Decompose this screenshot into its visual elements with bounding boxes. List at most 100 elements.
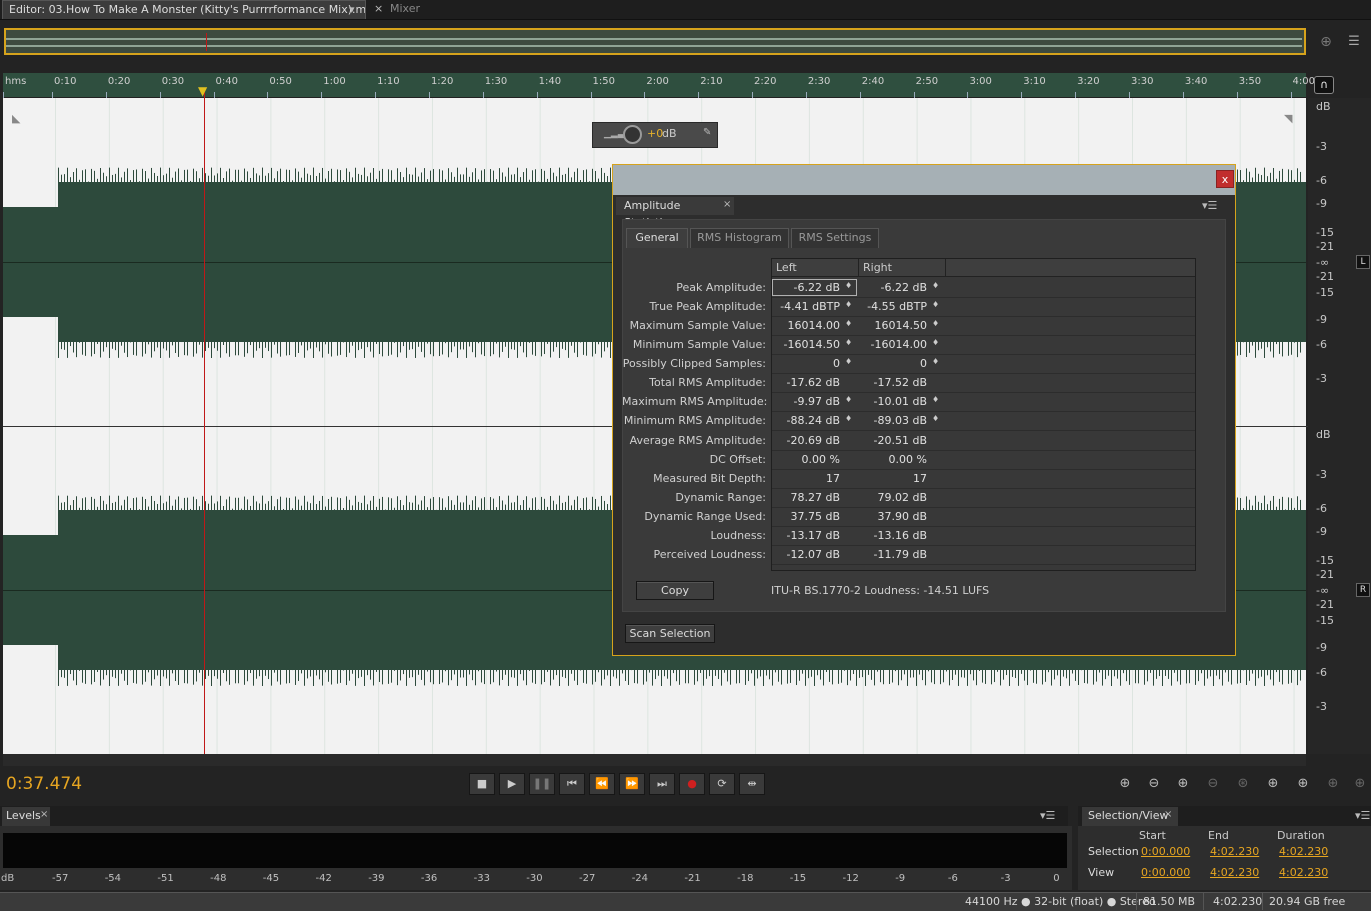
left-value[interactable]: -17.62 dB	[772, 376, 841, 389]
tab-rms-histogram[interactable]: RMS Histogram	[690, 228, 789, 248]
marker-pin-icon[interactable]: ♦	[845, 281, 853, 290]
close-icon[interactable]: ×	[40, 809, 48, 820]
zoom-icon[interactable]: ⊕	[1317, 34, 1335, 52]
window-titlebar[interactable]	[613, 165, 1235, 195]
left-value[interactable]: 0	[772, 357, 840, 370]
playhead-marker-icon[interactable]: ▼	[198, 84, 211, 98]
headphone-icon[interactable]: ∩	[1314, 76, 1334, 94]
right-value[interactable]: 79.02 dB	[858, 491, 927, 504]
right-value[interactable]: -11.79 dB	[858, 548, 928, 561]
play-button[interactable]: ▶	[499, 773, 525, 795]
right-value[interactable]: -89.03 dB	[858, 414, 928, 427]
marker-pin-icon[interactable]: ♦	[932, 357, 940, 366]
volume-knob[interactable]	[623, 125, 642, 144]
zoom-out-full-icon[interactable]: ⊛	[1232, 776, 1254, 794]
marker-pin-icon[interactable]: ♦	[932, 395, 940, 404]
zoom-in-time-icon[interactable]: ⊕	[1172, 776, 1194, 794]
corner-handle-icon[interactable]: ◣	[12, 112, 20, 125]
panel-menu-icon[interactable]: ☰	[1346, 34, 1362, 49]
current-time[interactable]: 0:37.474	[6, 774, 82, 794]
zoom-in-amplitude-icon[interactable]: ⊕	[1114, 776, 1136, 794]
right-value[interactable]: 17	[858, 472, 927, 485]
marker-pin-icon[interactable]: ♦	[845, 357, 853, 366]
skip-selection-button[interactable]: ⇹	[739, 773, 765, 795]
zoom-out-amplitude-icon[interactable]: ⊖	[1143, 776, 1165, 794]
marker-pin-icon[interactable]: ♦	[932, 319, 940, 328]
column-header-left[interactable]: Left	[776, 261, 797, 274]
right-value[interactable]: 0	[858, 357, 927, 370]
record-button[interactable]: ●	[679, 773, 705, 795]
chevron-down-icon[interactable]: ▾	[349, 1, 355, 19]
pause-button[interactable]: ❚❚	[529, 773, 555, 795]
left-value[interactable]: 0.00 %	[772, 453, 840, 466]
scan-selection-button[interactable]: Scan Selection	[625, 624, 715, 643]
right-value[interactable]: -17.52 dB	[858, 376, 928, 389]
marker-pin-icon[interactable]: ♦	[932, 414, 940, 423]
rewind-button[interactable]: ⏪	[589, 773, 615, 795]
close-icon[interactable]: x	[1216, 170, 1234, 188]
marker-pin-icon[interactable]: ♦	[932, 281, 940, 290]
zoom-in-point-icon[interactable]: ⊕	[1262, 776, 1284, 794]
marker-pin-icon[interactable]: ♦	[932, 300, 940, 309]
pin-icon[interactable]: ✎	[703, 127, 711, 138]
left-value[interactable]: -13.17 dB	[772, 529, 841, 542]
panel-menu-icon[interactable]: ▾☰	[1040, 809, 1055, 822]
left-value[interactable]: -6.22 dB	[772, 281, 841, 294]
panel-menu-icon[interactable]: ▾☰	[1355, 809, 1370, 822]
marker-pin-icon[interactable]: ♦	[932, 338, 940, 347]
right-value[interactable]: -6.22 dB	[858, 281, 928, 294]
zoom-selection-icon[interactable]: ⊕	[1322, 776, 1344, 794]
zoom-out-point-icon[interactable]: ⊕	[1292, 776, 1314, 794]
right-value[interactable]: -16014.00	[858, 338, 927, 351]
left-value[interactable]: -88.24 dB	[772, 414, 841, 427]
column-header-right[interactable]: Right	[863, 261, 892, 274]
right-value[interactable]: -4.55 dBTP	[858, 300, 927, 313]
close-icon[interactable]: ×	[723, 199, 731, 210]
right-value[interactable]: 37.90 dB	[858, 510, 927, 523]
left-value[interactable]: 17	[772, 472, 840, 485]
panel-menu-icon[interactable]: ▾☰	[1202, 199, 1217, 212]
close-icon[interactable]: ×	[1164, 809, 1172, 820]
view-duration-field[interactable]: 4:02.230	[1279, 866, 1328, 879]
left-value[interactable]: -4.41 dBTP	[772, 300, 840, 313]
selection-duration-field[interactable]: 4:02.230	[1279, 845, 1328, 858]
zoom-out-time-icon[interactable]: ⊖	[1202, 776, 1224, 794]
selection-end-field[interactable]: 4:02.230	[1210, 845, 1259, 858]
skip-to-end-button[interactable]: ⏭	[649, 773, 675, 795]
tab-editor[interactable]: Editor: 03.How To Make A Monster (Kitty'…	[2, 0, 366, 19]
view-start-field[interactable]: 0:00.000	[1141, 866, 1190, 879]
left-value[interactable]: 37.75 dB	[772, 510, 840, 523]
right-value[interactable]: -13.16 dB	[858, 529, 928, 542]
marker-pin-icon[interactable]: ♦	[845, 414, 853, 423]
copy-button[interactable]: Copy	[636, 581, 714, 600]
corner-handle-icon[interactable]: ◥	[1284, 112, 1292, 125]
left-value[interactable]: 78.27 dB	[772, 491, 840, 504]
skip-to-start-button[interactable]: ⏮	[559, 773, 585, 795]
left-value[interactable]: 16014.00	[772, 319, 841, 332]
selection-start-field[interactable]: 0:00.000	[1141, 845, 1190, 858]
right-channel-badge[interactable]: R	[1356, 583, 1370, 597]
marker-pin-icon[interactable]: ♦	[845, 395, 853, 404]
left-channel-badge[interactable]: L	[1356, 255, 1370, 269]
volume-value[interactable]: +0	[647, 127, 663, 140]
left-value[interactable]: -12.07 dB	[772, 548, 841, 561]
close-icon[interactable]: ×	[368, 0, 382, 19]
marker-pin-icon[interactable]: ♦	[845, 338, 853, 347]
zoom-selected-tracks-icon[interactable]: ⊕	[1349, 776, 1371, 794]
stop-button[interactable]: ■	[469, 773, 495, 795]
left-value[interactable]: -20.69 dB	[772, 434, 841, 447]
view-end-field[interactable]: 4:02.230	[1210, 866, 1259, 879]
fast-forward-button[interactable]: ⏩	[619, 773, 645, 795]
right-value[interactable]: 16014.50	[858, 319, 928, 332]
right-value[interactable]: -20.51 dB	[858, 434, 928, 447]
marker-pin-icon[interactable]: ♦	[845, 319, 853, 328]
tab-general[interactable]: General	[626, 228, 688, 248]
panel-tab-title[interactable]: Amplitude Statistics	[616, 197, 734, 229]
horizontal-scrollbar[interactable]	[3, 754, 1306, 766]
right-value[interactable]: 0.00 %	[858, 453, 927, 466]
left-value[interactable]: -16014.50	[772, 338, 840, 351]
loop-button[interactable]: ⟳	[709, 773, 735, 795]
tab-mixer[interactable]: Mixer	[384, 0, 434, 19]
right-value[interactable]: -10.01 dB	[858, 395, 928, 408]
tab-rms-settings[interactable]: RMS Settings	[791, 228, 879, 248]
